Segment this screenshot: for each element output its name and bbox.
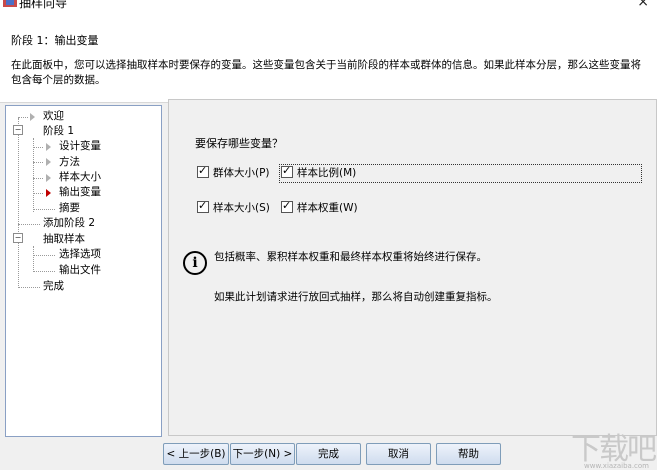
checkbox-label: 样本比例(M): [297, 167, 357, 179]
checkbox-label: 样本权重(W): [297, 202, 358, 214]
nav-item-design-variables[interactable]: 设计变量: [59, 139, 101, 154]
triangle-icon: [46, 174, 51, 182]
sample-size-checkbox[interactable]: 样本大小(S): [197, 198, 270, 216]
sample-proportion-checkbox[interactable]: 样本比例(M): [281, 163, 357, 181]
step-title: 阶段 1：输出变量: [11, 34, 99, 47]
info-icon: i: [183, 251, 207, 275]
sample-weight-checkbox[interactable]: 样本权重(W): [281, 198, 358, 216]
question-label: 要保存哪些变量？: [195, 137, 283, 150]
checkbox-checked-icon[interactable]: [281, 163, 293, 179]
nav-item-draw-sample[interactable]: 抽取样本: [43, 232, 85, 247]
tree-line: [33, 246, 34, 272]
step-description: 在此面板中，您可以选择抽取样本时要保存的变量。这些变量包含关于当前阶段的样本或群…: [11, 59, 641, 86]
tree-line: [33, 138, 34, 212]
triangle-icon: [46, 143, 51, 151]
tree-line: [18, 224, 40, 225]
info-text-replicate: 如果此计划请求进行放回式抽样，那么将自动创建重复指标。: [214, 291, 498, 303]
header-panel: 阶段 1：输出变量 在此面板中，您可以选择抽取样本时要保存的变量。这些变量包含关…: [0, 16, 657, 103]
current-step-icon: [46, 189, 51, 197]
info-text-saved: 包括概率、累积样本权重和最终样本权重将始终进行保存。: [214, 251, 487, 263]
nav-item-output-variables[interactable]: 输出变量: [59, 185, 101, 200]
checkbox-label: 样本大小(S): [213, 202, 270, 214]
tree-line: [33, 271, 55, 272]
tree-line: [18, 287, 40, 288]
cancel-button[interactable]: 取消: [366, 443, 431, 465]
nav-item-stage1[interactable]: 阶段 1: [43, 124, 74, 139]
nav-item-welcome[interactable]: 欢迎: [43, 109, 64, 124]
finish-button[interactable]: 完成: [296, 443, 361, 465]
app-icon: [3, 0, 17, 7]
back-button[interactable]: < 上一步(B): [163, 443, 229, 465]
tree-line: [33, 255, 55, 256]
triangle-icon: [46, 158, 51, 166]
nav-item-summary[interactable]: 摘要: [59, 201, 80, 216]
nav-item-sample-size[interactable]: 样本大小: [59, 170, 101, 185]
close-button[interactable]: ×: [637, 0, 649, 10]
checkbox-checked-icon[interactable]: [281, 198, 293, 214]
watermark-url: www.xiazaiba.com: [584, 462, 649, 470]
navigation-tree: 欢迎 − 阶段 1 设计变量 方法 样本大小 输出变量 摘要 添加阶段 2 − …: [5, 105, 162, 437]
nav-item-finish[interactable]: 完成: [43, 279, 64, 294]
tree-line: [18, 118, 19, 288]
tree-line: [33, 193, 43, 194]
nav-item-method[interactable]: 方法: [59, 155, 80, 170]
nav-item-output-files[interactable]: 输出文件: [59, 263, 101, 278]
help-button[interactable]: 帮助: [436, 443, 501, 465]
tree-line: [33, 209, 55, 210]
collapse-icon[interactable]: −: [13, 125, 23, 135]
collapse-icon[interactable]: −: [13, 233, 23, 243]
checkbox-checked-icon[interactable]: [197, 198, 209, 214]
tree-line: [18, 117, 28, 118]
tree-line: [33, 147, 43, 148]
next-button[interactable]: 下一步(N) >: [230, 443, 295, 465]
window-title: 抽样向导: [19, 0, 68, 10]
checkbox-label: 群体大小(P): [213, 167, 270, 179]
population-size-checkbox[interactable]: 群体大小(P): [197, 163, 270, 181]
nav-item-selection-options[interactable]: 选择选项: [59, 247, 101, 262]
title-bar: 抽样向导 ×: [0, 0, 657, 16]
triangle-icon: [30, 113, 35, 121]
tree-line: [33, 178, 43, 179]
nav-item-add-stage2[interactable]: 添加阶段 2: [43, 216, 95, 231]
checkbox-checked-icon[interactable]: [197, 163, 209, 179]
tree-line: [33, 162, 43, 163]
